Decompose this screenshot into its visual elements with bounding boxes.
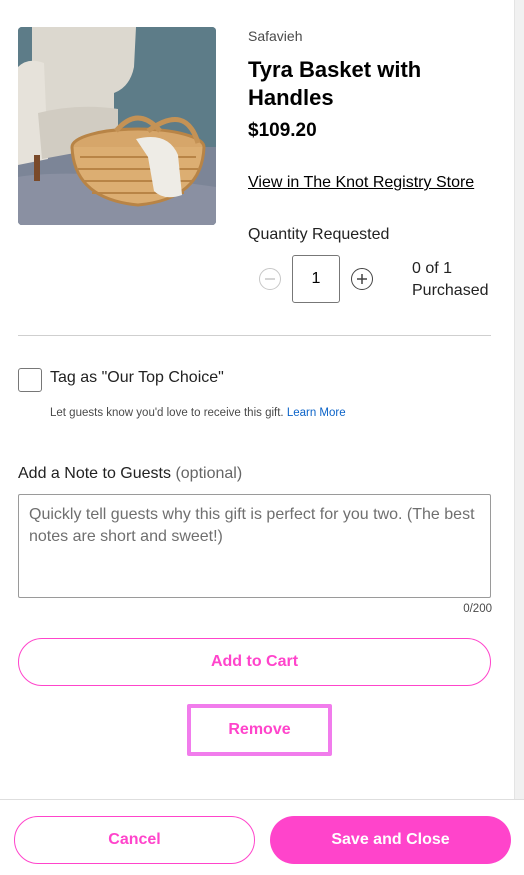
- quantity-label: Quantity Requested: [248, 226, 390, 243]
- product-price: $109.20: [248, 120, 317, 141]
- top-choice-checkbox[interactable]: [18, 368, 42, 392]
- plus-circle-icon: [357, 274, 367, 284]
- purchased-count: 0 of 1: [412, 260, 453, 277]
- top-choice-help-text: Let guests know you'd love to receive th…: [50, 407, 284, 419]
- quantity-increase-button[interactable]: [351, 268, 373, 290]
- quantity-decrease-button[interactable]: [259, 268, 281, 290]
- note-char-count: 0/200: [463, 603, 492, 615]
- product-title: Tyra Basket with Handles: [248, 57, 422, 110]
- cancel-button[interactable]: Cancel: [14, 816, 255, 864]
- note-optional-text: (optional): [175, 465, 243, 482]
- minus-circle-icon: [265, 278, 275, 280]
- learn-more-link[interactable]: Learn More: [287, 407, 346, 419]
- store-link[interactable]: View in The Knot Registry Store: [248, 174, 474, 192]
- product-brand: Safavieh: [248, 28, 303, 44]
- product-image: [18, 27, 216, 225]
- product-photo: [18, 27, 216, 225]
- save-and-close-button[interactable]: Save and Close: [270, 816, 511, 864]
- top-choice-help: Let guests know you'd love to receive th…: [50, 407, 346, 419]
- scrollbar[interactable]: [514, 0, 524, 800]
- note-textarea[interactable]: [18, 494, 491, 598]
- purchased-status: 0 of 1 Purchased: [412, 258, 489, 302]
- top-choice-label: Tag as "Our Top Choice": [50, 369, 224, 386]
- footer-actions: Cancel Save and Close: [0, 799, 524, 875]
- quantity-input[interactable]: [292, 255, 340, 303]
- registry-item-editor: Safavieh Tyra Basket with Handles $109.2…: [0, 0, 524, 875]
- purchased-label: Purchased: [412, 282, 489, 299]
- note-label-text: Add a Note to Guests: [18, 465, 171, 482]
- add-to-cart-button[interactable]: Add to Cart: [18, 638, 491, 686]
- section-divider: [18, 335, 491, 336]
- remove-button[interactable]: Remove: [195, 712, 324, 748]
- note-label: Add a Note to Guests (optional): [18, 465, 242, 483]
